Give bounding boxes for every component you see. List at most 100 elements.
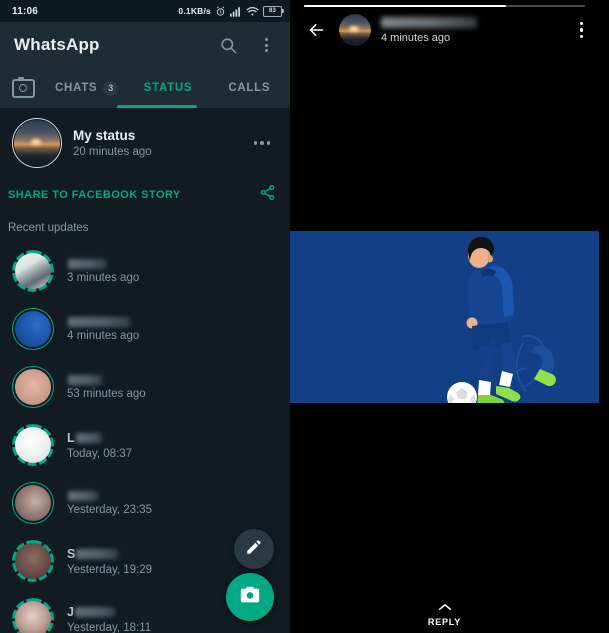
tab-chats[interactable]: CHATS 3 [46,68,127,108]
status-media[interactable] [290,231,599,403]
share-to-facebook-story-row[interactable]: SHARE TO FACEBOOK STORY [0,176,290,216]
status-progress-bar [304,5,585,7]
battery-icon: 83 [263,5,284,17]
status-avatar[interactable] [12,424,54,466]
status-bar-indicators: 0.1KB/s 83 [178,5,284,17]
tab-calls[interactable]: CALLS [209,68,290,108]
share-icon[interactable] [259,184,276,206]
contact-name-redacted [74,606,115,617]
camera-status-fab[interactable] [226,573,274,621]
edit-status-fab[interactable] [234,529,274,569]
tab-camera[interactable] [0,68,46,108]
cellular-signal-icon [230,6,242,17]
avatar-image [15,427,51,463]
tab-bar: CHATS 3 STATUS CALLS [0,68,290,108]
more-vertical-icon[interactable] [578,16,585,44]
recent-updates-label: Recent updates [8,222,89,234]
list-item-text: 3 minutes ago [67,258,276,284]
screenshot-root: 11:06 0.1KB/s 83 WhatsApp CHATS 3 STATUS… [0,0,609,633]
contact-name [67,258,276,269]
contact-name-redacted [76,548,119,559]
soccer-player-illustration [290,231,599,403]
list-item-text: Yesterday, 23:35 [67,490,276,516]
network-speed-label: 0.1KB/s [178,6,211,16]
contact-name [67,490,276,501]
status-progress-fill [304,5,507,7]
status-viewer-header: 4 minutes ago [290,10,599,50]
contact-name-redacted [381,16,477,28]
tab-status-label: STATUS [143,82,193,94]
camera-icon [11,76,35,98]
list-item[interactable]: 4 minutes ago [0,300,290,358]
status-time: Yesterday, 23:35 [67,503,153,516]
status-time: 4 minutes ago [67,329,140,342]
tab-status[interactable]: STATUS [127,68,208,108]
wifi-icon [246,6,259,17]
contact-name [67,374,276,385]
tab-chats-label: CHATS [55,82,98,94]
status-time: Yesterday, 18:11 [67,621,152,633]
android-status-bar: 11:06 0.1KB/s 83 [0,0,290,22]
contact-name-redacted [68,258,106,269]
list-item[interactable]: 3 minutes ago [0,242,290,300]
avatar-image [339,14,371,46]
pencil-icon [245,538,263,561]
list-item[interactable]: Yesterday, 23:35 [0,474,290,532]
whatsapp-status-list-panel: 11:06 0.1KB/s 83 WhatsApp CHATS 3 STATUS… [0,0,290,633]
more-vertical-icon[interactable] [254,33,278,57]
avatar-image [15,369,51,405]
status-avatar[interactable] [12,308,54,350]
search-icon[interactable] [216,33,240,57]
more-horizontal-icon[interactable] [248,135,277,151]
contact-initial: S [67,546,76,561]
contact-initial: J [67,604,74,619]
contact-name: L [67,431,276,445]
avatar-image [15,601,51,633]
share-label: SHARE TO FACEBOOK STORY [8,189,181,201]
contact-initial: L [67,430,75,445]
status-viewer-meta: 4 minutes ago [381,16,477,44]
chats-unread-badge: 3 [103,80,119,96]
status-time: 53 minutes ago [67,387,146,400]
active-tab-indicator [117,105,197,108]
avatar-image [15,485,51,521]
my-status-title: My status [73,128,136,143]
status-time: 3 minutes ago [67,271,140,284]
status-time: Today, 08:37 [67,447,133,460]
contact-name-redacted [68,374,102,385]
list-item-text: 4 minutes ago [67,316,276,342]
status-avatar[interactable] [12,482,54,524]
my-status-row[interactable]: My status 20 minutes ago [0,108,290,176]
list-item[interactable]: 53 minutes ago [0,358,290,416]
my-status-avatar[interactable] [12,118,62,168]
contact-name [67,316,276,327]
camera-icon [239,584,261,611]
status-avatar[interactable] [12,540,54,582]
reply-control[interactable]: REPLY [290,598,599,627]
app-bar-actions [216,33,278,57]
status-avatar[interactable] [12,598,54,633]
avatar-ring [12,118,62,168]
back-arrow-icon[interactable] [306,21,327,39]
tab-calls-label: CALLS [228,82,271,94]
my-status-subtitle: 20 minutes ago [73,146,152,158]
status-time: 4 minutes ago [381,31,451,44]
alarm-icon [215,6,226,17]
page-title: WhatsApp [14,35,100,54]
status-avatar[interactable] [12,366,54,408]
avatar-image [15,543,51,579]
avatar-image [15,253,51,289]
contact-name-redacted [68,490,98,501]
status-avatar[interactable] [12,250,54,292]
reply-label: REPLY [427,617,462,627]
contact-name-redacted [68,316,130,327]
my-status-text: My status 20 minutes ago [73,128,248,158]
avatar-image [15,311,51,347]
status-viewer-panel: 4 minutes ago REPLY [290,0,599,633]
avatar[interactable] [339,14,371,46]
status-bar-clock: 11:06 [12,5,39,17]
battery-level-label: 83 [268,8,277,14]
list-item-text: L Today, 08:37 [67,431,276,460]
list-item[interactable]: L Today, 08:37 [0,416,290,474]
chevron-up-icon [438,598,452,616]
